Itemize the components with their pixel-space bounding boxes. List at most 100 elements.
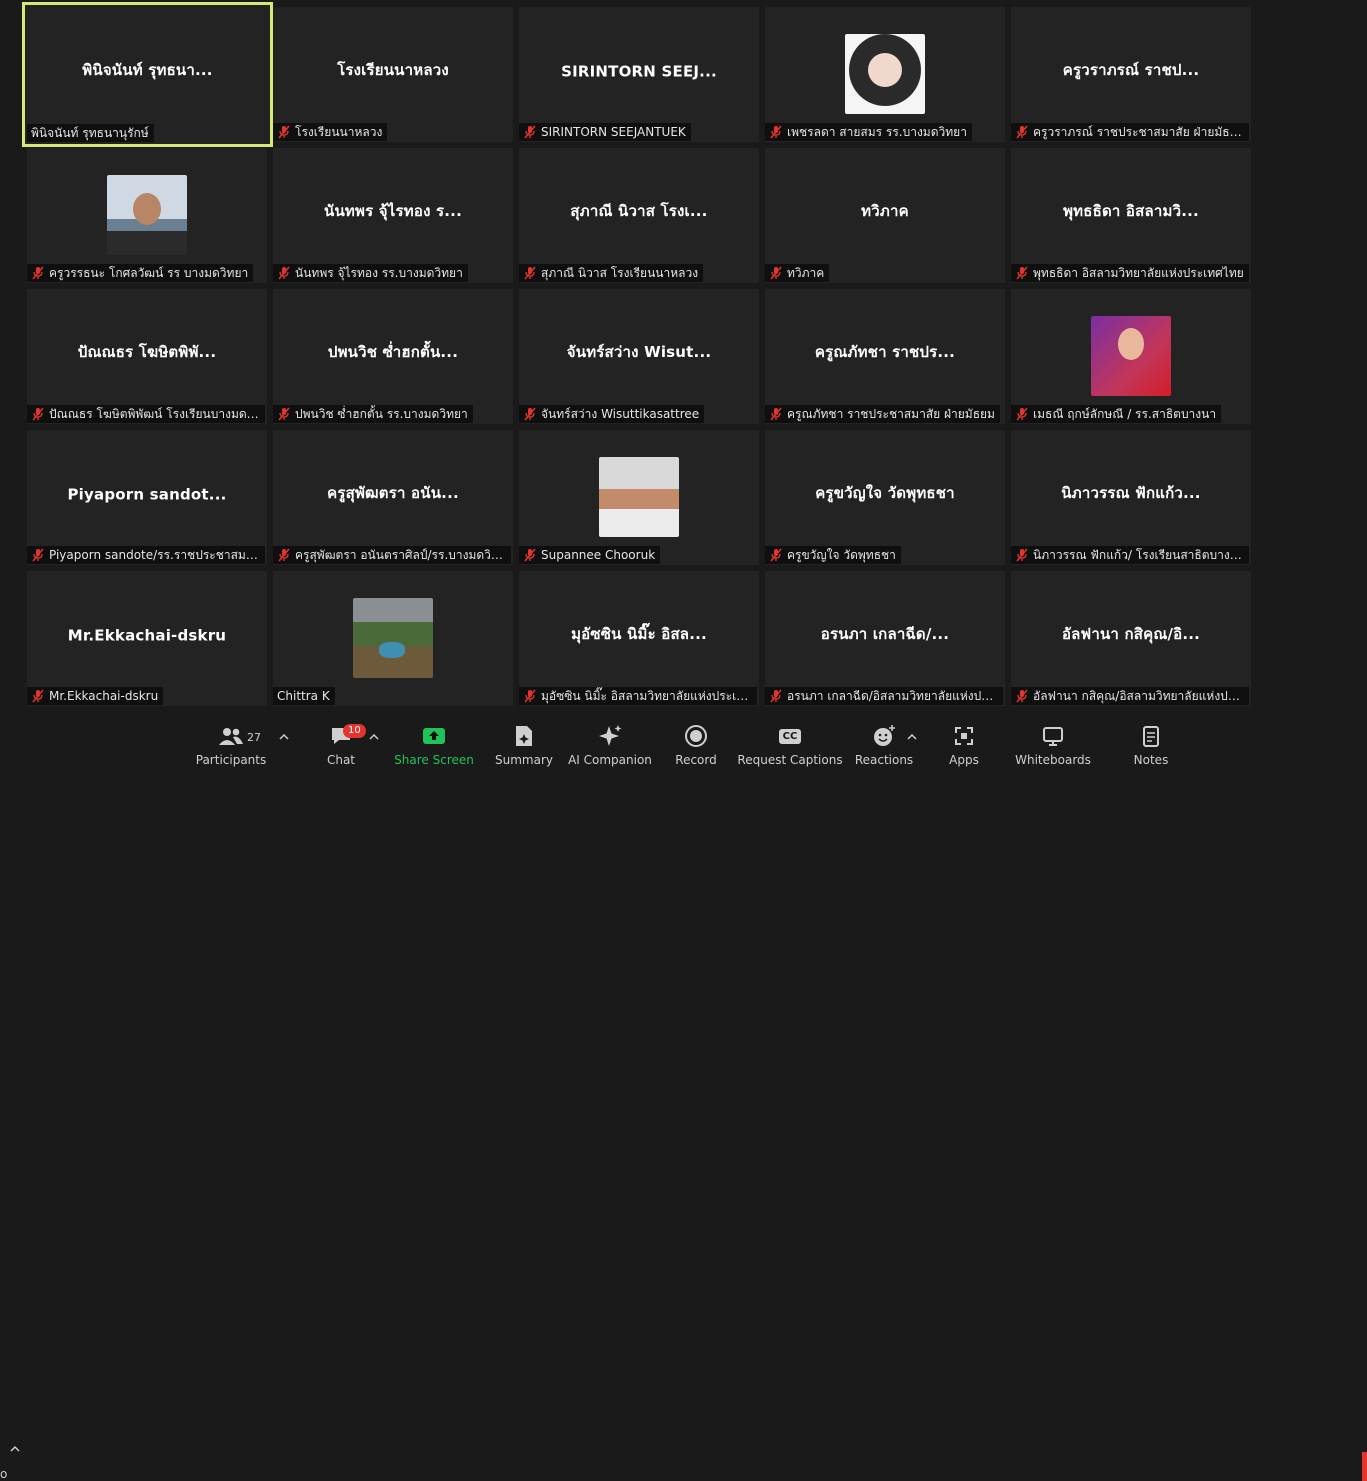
ai-companion-button[interactable]: AI Companion <box>568 724 652 769</box>
participant-name-tag: เพชรลดา สายสมร รร.บางมดวิทยา <box>765 123 972 141</box>
participant-name-tag: ทวิภาค <box>765 264 830 282</box>
participant-tile[interactable]: ครูวรรธนะ โกศลวัฒน์ รร บางมดวิทยา <box>27 148 267 283</box>
participant-display-name: ครูวราภรณ์ ราชป... <box>1062 60 1200 79</box>
participant-tile[interactable]: พุทธธิดา อิสลามวิ... พุทธธิดา อิสลามวิทยา… <box>1011 148 1251 283</box>
record-button[interactable]: Record <box>674 724 718 769</box>
participant-tile[interactable]: ครูขวัญใจ วัดพุทธชา ครูขวัญใจ วัดพุทธชา <box>765 430 1005 565</box>
participant-tile[interactable]: Piyaporn sandot... Piyaporn sandote/รร.รา… <box>27 430 267 565</box>
participant-name-tag: อัลฟานา กสิคุณ/อิสลามวิทยาลัยแห่งประ... <box>1011 687 1249 705</box>
participant-name-tag: ครูขวัญใจ วัดพุทธชา <box>765 546 901 564</box>
participant-tile[interactable]: นันทพร จุ้ไรทอง ร... นันทพร จุ้ไรทอง รร.บ… <box>273 148 513 283</box>
participant-tile[interactable]: ทวิภาค ทวิภาค <box>765 148 1005 283</box>
participant-display-name: ครูสุพัฒตรา อนัน... <box>327 483 459 502</box>
chevron-up-icon[interactable] <box>10 1445 20 1453</box>
request-captions-button[interactable]: CC Request Captions <box>737 724 843 769</box>
participant-tile[interactable]: ครูณภัทชา ราชปร... ครูณภัทชา ราชประชาสมาส… <box>765 289 1005 424</box>
participant-tile[interactable]: โรงเรียนนาหลวง โรงเรียนนาหลวง <box>273 7 513 142</box>
participant-tile[interactable]: อรนภา เกลาฉีด/... อรนภา เกลาฉีด/อิสลามวิท… <box>765 571 1005 706</box>
participant-tile[interactable]: เพชรลดา สายสมร รร.บางมดวิทยา <box>765 7 1005 142</box>
participant-name: โรงเรียนนาหลวง <box>295 124 383 139</box>
participant-name: Supannee Chooruk <box>541 548 656 562</box>
participant-display-name: ทวิภาค <box>861 201 909 220</box>
apps-button[interactable]: Apps <box>946 724 982 769</box>
mic-off-icon <box>1016 125 1028 139</box>
record-label: Record <box>675 753 717 767</box>
participant-name-tag: ครูวราภรณ์ ราชประชาสมาสัย ฝ่ายมัธยมฯ <box>1011 123 1249 141</box>
participant-tile[interactable]: ปพนวิช ซ่ำฮกตั้น... ปพนวิช ซ่ำฮกตั้น รร.บ… <box>273 289 513 424</box>
mic-off-icon <box>524 689 536 703</box>
participant-tile[interactable]: ครูวราภรณ์ ราชป... ครูวราภรณ์ ราชประชาสมา… <box>1011 7 1251 142</box>
mic-off-icon <box>1016 266 1028 280</box>
participant-name-tag: มุอัซซิน นิมิ๊ะ อิสลามวิทยาลัยแห่งประเทศ… <box>519 687 757 705</box>
edge-indicator <box>1362 1452 1367 1481</box>
participant-tile[interactable]: สุภาณี นิวาส โรงเ... สุภาณี นิวาส โรงเรีย… <box>519 148 759 283</box>
participant-tile[interactable]: นิภาวรรณ ฟักแก้ว... นิภาวรรณ ฟักแก้ว/ โรง… <box>1011 430 1251 565</box>
participant-name-tag: Piyaporn sandote/รร.ราชประชาสมาสั... <box>27 546 265 564</box>
share-screen-button[interactable]: Share Screen <box>394 724 474 769</box>
participant-tile[interactable]: ปัณณธร โฆษิตพิพั... ปัณณธร โฆษิตพิพัฒน์ โ… <box>27 289 267 424</box>
participant-tile[interactable]: SIRINTORN SEEJ... SIRINTORN SEEJANTUEK <box>519 7 759 142</box>
whiteboards-button[interactable]: Whiteboards <box>1015 724 1091 769</box>
request-captions-label: Request Captions <box>737 753 843 767</box>
mic-off-icon <box>32 548 44 562</box>
participant-display-name: ครูณภัทชา ราชปร... <box>814 342 956 361</box>
chevron-up-icon[interactable] <box>907 732 917 742</box>
chat-label: Chat <box>326 753 356 767</box>
participant-name: ครูวรรธนะ โกศลวัฒน์ รร บางมดวิทยา <box>49 265 249 280</box>
reactions-label: Reactions <box>854 753 914 767</box>
participant-name-tag: Chittra K <box>273 687 335 705</box>
participant-name: นันทพร จุ้ไรทอง รร.บางมดวิทยา <box>295 265 463 280</box>
participant-display-name: นันทพร จุ้ไรทอง ร... <box>324 201 462 220</box>
video-grid: พินิจนันท์ รุทธนา... พินิจนันท์ รุทธนานุร… <box>0 0 1367 712</box>
mic-off-icon <box>32 266 44 280</box>
participant-tile[interactable]: เมธณี ฤกษ์ลักษณี / รร.สาธิตบางนา <box>1011 289 1251 424</box>
participant-avatar <box>845 34 925 114</box>
participant-avatar <box>107 175 187 255</box>
reactions-button[interactable]: Reactions <box>854 724 914 769</box>
participant-display-name: มุอัซซิน นิมิ๊ะ อิสล... <box>571 624 707 643</box>
participant-name-tag: พินิจนันท์ รุทธนานุรักษ์ <box>27 124 154 142</box>
mic-off-icon <box>32 407 44 421</box>
share-screen-label: Share Screen <box>394 753 474 767</box>
participant-tile[interactable]: พินิจนันท์ รุทธนา... พินิจนันท์ รุทธนานุร… <box>22 2 273 147</box>
participant-name: ครูขวัญใจ วัดพุทธชา <box>787 547 896 562</box>
participant-name-tag: เมธณี ฤกษ์ลักษณี / รร.สาธิตบางนา <box>1011 405 1222 423</box>
summary-label: Summary <box>495 753 553 767</box>
participant-name-tag: นันทพร จุ้ไรทอง รร.บางมดวิทยา <box>273 264 468 282</box>
participant-tile[interactable]: Chittra K <box>273 571 513 706</box>
participant-tile[interactable]: Supannee Chooruk <box>519 430 759 565</box>
summary-button[interactable]: Summary <box>495 724 553 769</box>
smiley-icon <box>874 725 895 746</box>
participant-avatar <box>599 457 679 537</box>
mic-off-icon <box>770 266 782 280</box>
participant-tile[interactable]: จันทร์สว่าง Wisut... จันทร์สว่าง Wisuttik… <box>519 289 759 424</box>
participant-name-tag: ครูณภัทชา ราชประชาสมาสัย ฝ่ายมัธยม <box>765 405 1000 423</box>
mic-off-icon <box>278 407 290 421</box>
participant-tile[interactable]: มุอัซซิน นิมิ๊ะ อิสล... มุอัซซิน นิมิ๊ะ อ… <box>519 571 759 706</box>
whiteboard-icon <box>1043 727 1063 746</box>
participant-name: เมธณี ฤกษ์ลักษณี / รร.สาธิตบางนา <box>1033 406 1217 421</box>
mic-off-icon <box>278 266 290 280</box>
participant-display-name: ปัณณธร โฆษิตพิพั... <box>77 342 217 361</box>
participant-display-name: พินิจนันท์ รุทธนา... <box>82 60 213 79</box>
notes-icon <box>1143 726 1159 747</box>
participant-display-name: อรนภา เกลาฉีด/... <box>820 624 950 643</box>
participant-name-tag: สุภาณี นิวาส โรงเรียนนาหลวง <box>519 264 704 282</box>
participant-name: นิภาวรรณ ฟักแก้ว/ โรงเรียนสาธิตบางนา <box>1033 547 1244 562</box>
participant-tile[interactable]: อัลฟานา กสิคุณ/อิ... อัลฟานา กสิคุณ/อิสลา… <box>1011 571 1251 706</box>
cc-icon: CC <box>778 728 802 744</box>
participant-name-tag: Supannee Chooruk <box>519 546 661 564</box>
summary-icon <box>516 726 532 746</box>
participant-tile[interactable]: Mr.Ekkachai-dskru Mr.Ekkachai-dskru <box>27 571 267 706</box>
participant-name-tag: SIRINTORN SEEJANTUEK <box>519 123 691 141</box>
notes-button[interactable]: Notes <box>1131 724 1171 769</box>
mic-off-icon <box>770 548 782 562</box>
participant-tile[interactable]: ครูสุพัฒตรา อนัน... ครูสุพัฒตรา อนันตราศิ… <box>273 430 513 565</box>
participant-name-tag: ปัณณธร โฆษิตพิพัฒน์ โรงเรียนบางมดวิท... <box>27 405 265 423</box>
sparkle-icon <box>599 725 622 746</box>
mic-off-icon <box>770 125 782 139</box>
participant-name-tag: พุทธธิดา อิสลามวิทยาลัยแห่งประเทศไทย <box>1011 264 1249 282</box>
participant-name: ทวิภาค <box>787 265 825 280</box>
chevron-up-icon[interactable] <box>369 732 379 742</box>
chevron-up-icon[interactable] <box>279 732 289 742</box>
